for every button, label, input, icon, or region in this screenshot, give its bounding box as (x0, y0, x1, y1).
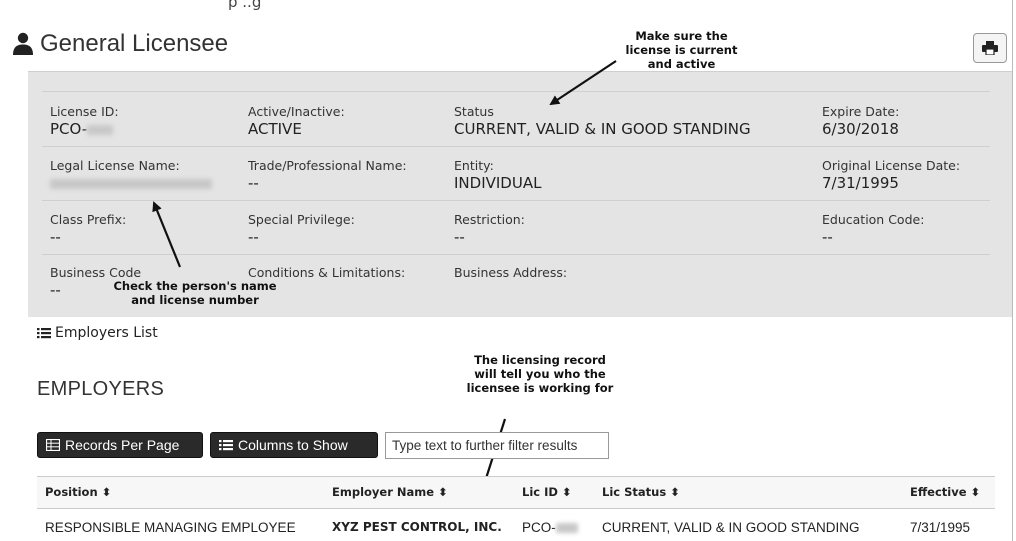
filter-input[interactable] (385, 432, 609, 459)
cell-employer-name[interactable]: XYZ PEST CONTROL, INC. (332, 520, 502, 534)
records-per-page-label: Records Per Page (65, 437, 180, 453)
list-icon (219, 440, 233, 451)
column-header-position[interactable]: Position ⬍ (45, 485, 111, 499)
columns-to-show-button[interactable]: Columns to Show (210, 432, 378, 458)
list-icon (37, 328, 51, 339)
column-header-employer-name[interactable]: Employer Name ⬍ (332, 485, 448, 499)
redacted-text (555, 523, 578, 534)
table-header (37, 476, 995, 509)
cell-position: RESPONSIBLE MANAGING EMPLOYEE (45, 520, 296, 535)
records-per-page-button[interactable]: Records Per Page (37, 432, 203, 458)
table-icon (46, 439, 60, 451)
columns-to-show-label: Columns to Show (238, 437, 348, 453)
employers-heading: EMPLOYERS (37, 378, 165, 400)
column-header-effective[interactable]: Effective ⬍ (910, 485, 980, 499)
cell-lic-id[interactable]: PCO- (522, 520, 578, 535)
column-header-lic-status[interactable]: Lic Status ⬍ (602, 485, 680, 499)
window-edge (1012, 0, 1013, 541)
lic-id-text: PCO- (522, 520, 556, 535)
column-header-lic-id[interactable]: Lic ID ⬍ (522, 485, 572, 499)
arrow-status (549, 60, 617, 106)
annotation-arrows (152, 60, 617, 493)
arrow-name (152, 201, 182, 268)
employers-list-label: Employers List (55, 325, 158, 341)
employers-list-link[interactable]: Employers List (37, 325, 158, 341)
cell-effective: 7/31/1995 (910, 520, 971, 535)
cell-lic-status: CURRENT, VALID & IN GOOD STANDING (602, 520, 860, 535)
